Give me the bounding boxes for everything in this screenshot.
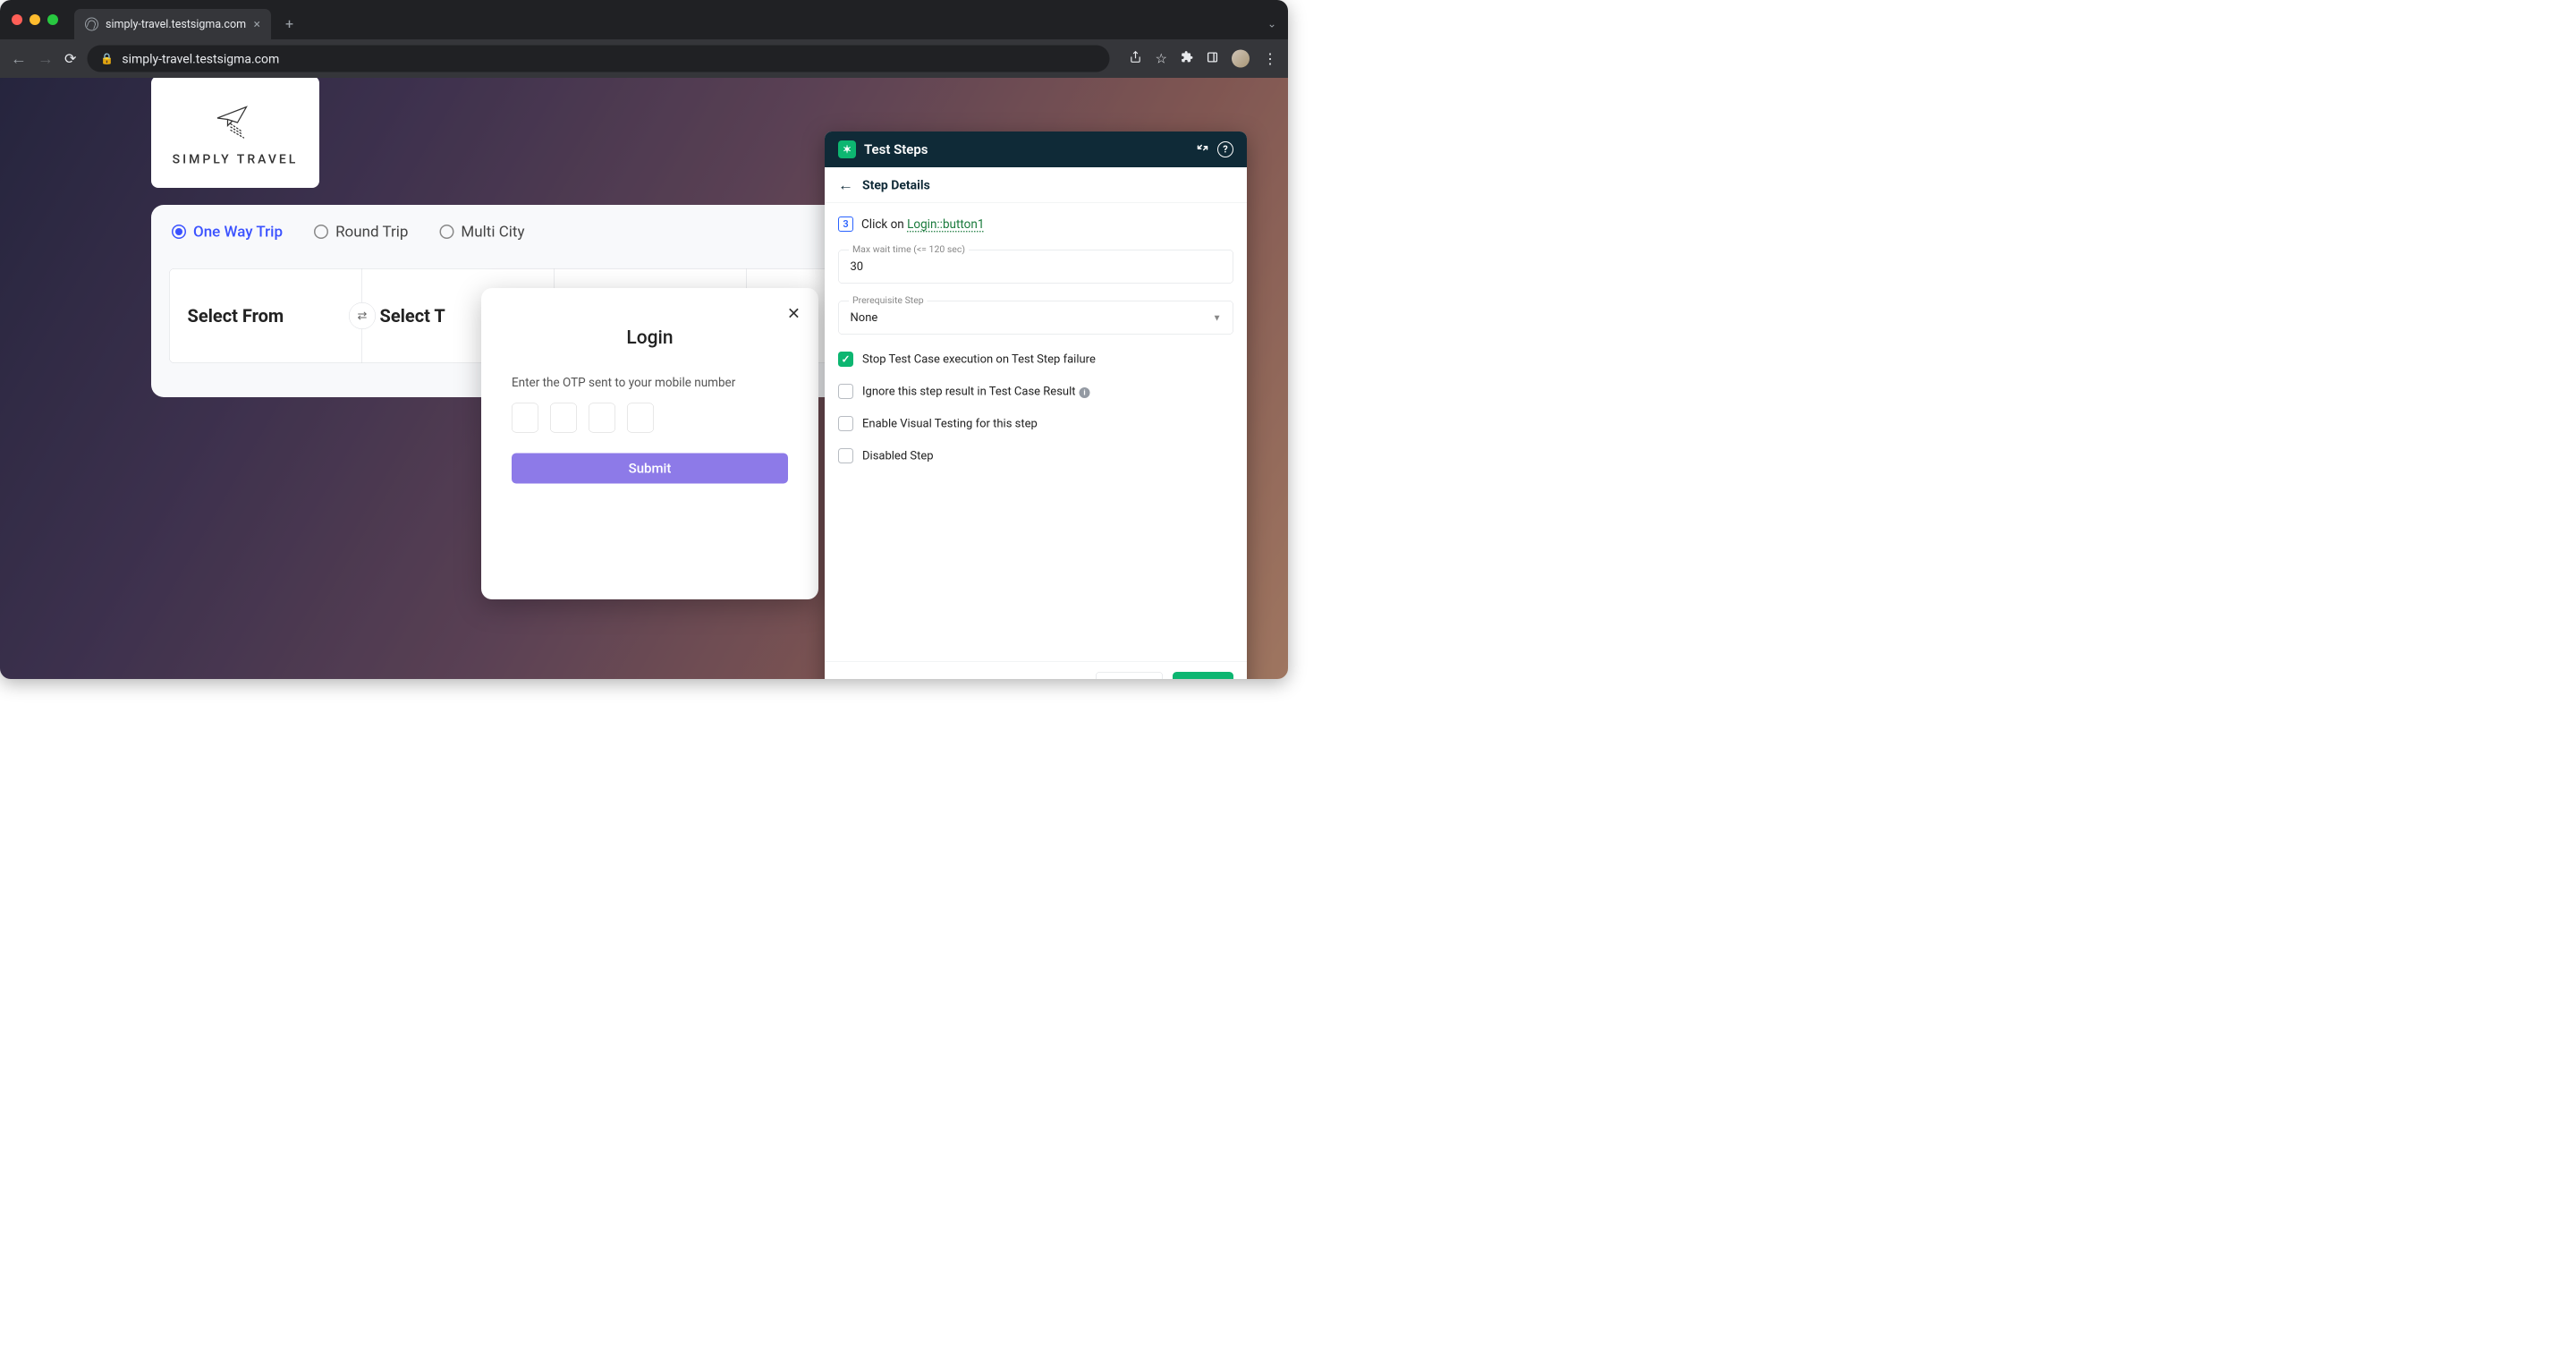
help-icon[interactable]: ? — [1217, 141, 1233, 157]
plane-icon — [207, 98, 265, 142]
url-text: simply-travel.testsigma.com — [122, 51, 279, 66]
browser-menu-button[interactable]: ⋮ — [1263, 50, 1277, 67]
nav-back-button[interactable]: ← — [11, 49, 27, 68]
from-value: Select From — [188, 305, 344, 327]
panel-title: Test Steps — [864, 141, 1182, 157]
radio-one-way[interactable] — [172, 225, 186, 239]
step-row: 3 Click on Login::button1 — [838, 216, 1233, 232]
page-content: SIMPLY TRAVEL One Way Trip Round Trip Mu… — [0, 78, 1288, 679]
browser-tab[interactable]: simply-travel.testsigma.com × — [74, 9, 271, 39]
panel-footer: Cancel Save — [825, 661, 1247, 679]
max-wait-field-group: Max wait time (<= 120 sec) — [838, 250, 1233, 284]
prereq-field-group: Prerequisite Step None ▼ — [838, 301, 1233, 335]
login-modal: ✕ Login Enter the OTP sent to your mobil… — [481, 288, 818, 599]
collapse-icon[interactable] — [1196, 141, 1209, 158]
swap-button[interactable]: ⇄ — [349, 302, 376, 329]
star-icon[interactable]: ☆ — [1156, 51, 1167, 67]
checkbox-row-stop[interactable]: ✓ Stop Test Case execution on Test Step … — [838, 352, 1233, 367]
trip-label-round: Round Trip — [335, 223, 408, 241]
checkbox-label-ignore: Ignore this step result in Test Case Res… — [862, 385, 1089, 398]
traffic-lights — [12, 14, 58, 25]
checkbox-ignore[interactable] — [838, 384, 853, 399]
window-close-button[interactable] — [12, 14, 22, 25]
prereq-label: Prerequisite Step — [849, 295, 928, 306]
lock-icon: 🔒 — [100, 53, 114, 65]
nav-forward-button[interactable]: → — [38, 49, 54, 68]
back-arrow-button[interactable]: ← — [838, 176, 853, 194]
otp-input-4[interactable] — [627, 403, 654, 433]
logo-text: SIMPLY TRAVEL — [173, 151, 299, 166]
extensions-icon[interactable] — [1181, 51, 1193, 67]
tabs-overflow-button[interactable]: ⌄ — [1267, 18, 1276, 30]
share-icon[interactable] — [1130, 51, 1142, 67]
browser-tab-bar: simply-travel.testsigma.com × + ⌄ — [0, 0, 1288, 39]
brand-logo: SIMPLY TRAVEL — [151, 78, 319, 188]
panel-header: ✶ Test Steps ? — [825, 132, 1247, 167]
trip-label-multi: Multi City — [461, 223, 524, 241]
checkbox-row-visual[interactable]: Enable Visual Testing for this step — [838, 416, 1233, 431]
sidepanel-icon[interactable] — [1207, 51, 1218, 67]
modal-title: Login — [512, 327, 788, 349]
otp-input-2[interactable] — [550, 403, 577, 433]
radio-multi[interactable] — [439, 225, 453, 239]
tab-close-button[interactable]: × — [254, 18, 260, 30]
max-wait-label: Max wait time (<= 120 sec) — [849, 244, 969, 255]
otp-instruction: Enter the OTP sent to your mobile number — [512, 376, 788, 390]
step-element-link[interactable]: Login::button1 — [907, 217, 984, 232]
checkbox-visual[interactable] — [838, 416, 853, 431]
globe-icon — [85, 18, 98, 31]
window-maximize-button[interactable] — [47, 14, 58, 25]
modal-close-button[interactable]: ✕ — [787, 304, 801, 323]
window-minimize-button[interactable] — [30, 14, 40, 25]
checkbox-stop[interactable]: ✓ — [838, 352, 853, 367]
checkbox-row-disabled[interactable]: Disabled Step — [838, 448, 1233, 463]
otp-input-3[interactable] — [589, 403, 615, 433]
cancel-button[interactable]: Cancel — [1096, 672, 1163, 679]
info-icon[interactable]: i — [1079, 387, 1089, 398]
checkbox-label-visual: Enable Visual Testing for this step — [862, 417, 1038, 430]
submit-button[interactable]: Submit — [512, 454, 788, 484]
chevron-down-icon: ▼ — [1213, 312, 1222, 324]
checkbox-label-stop: Stop Test Case execution on Test Step fa… — [862, 352, 1096, 366]
browser-nav-bar: ← → ⟳ 🔒 simply-travel.testsigma.com ☆ ⋮ — [0, 39, 1288, 78]
address-bar[interactable]: 🔒 simply-travel.testsigma.com — [87, 46, 1109, 72]
trip-type-multi[interactable]: Multi City — [439, 223, 524, 241]
save-button[interactable]: Save — [1173, 672, 1233, 679]
prereq-value: None — [851, 311, 878, 325]
checkbox-row-ignore[interactable]: Ignore this step result in Test Case Res… — [838, 384, 1233, 399]
reload-button[interactable]: ⟳ — [64, 50, 76, 67]
radio-round[interactable] — [314, 225, 328, 239]
testsigma-logo-icon: ✶ — [838, 140, 856, 158]
tab-title: simply-travel.testsigma.com — [106, 18, 247, 31]
test-steps-panel: ✶ Test Steps ? ← Step Details 3 Click on… — [825, 132, 1247, 679]
subheader-title: Step Details — [862, 178, 930, 193]
from-field[interactable]: From Select From ⇄ — [170, 269, 362, 363]
panel-subheader: ← Step Details — [825, 167, 1247, 203]
otp-input-1[interactable] — [512, 403, 538, 433]
checkbox-label-disabled: Disabled Step — [862, 449, 934, 463]
new-tab-button[interactable]: + — [285, 15, 293, 32]
trip-label-one-way: One Way Trip — [193, 223, 283, 241]
checkbox-disabled[interactable] — [838, 448, 853, 463]
step-number-badge: 3 — [838, 216, 853, 232]
trip-type-round[interactable]: Round Trip — [314, 223, 408, 241]
trip-type-one-way[interactable]: One Way Trip — [172, 223, 283, 241]
profile-avatar[interactable] — [1232, 50, 1250, 68]
step-description: Click on Login::button1 — [861, 217, 984, 232]
